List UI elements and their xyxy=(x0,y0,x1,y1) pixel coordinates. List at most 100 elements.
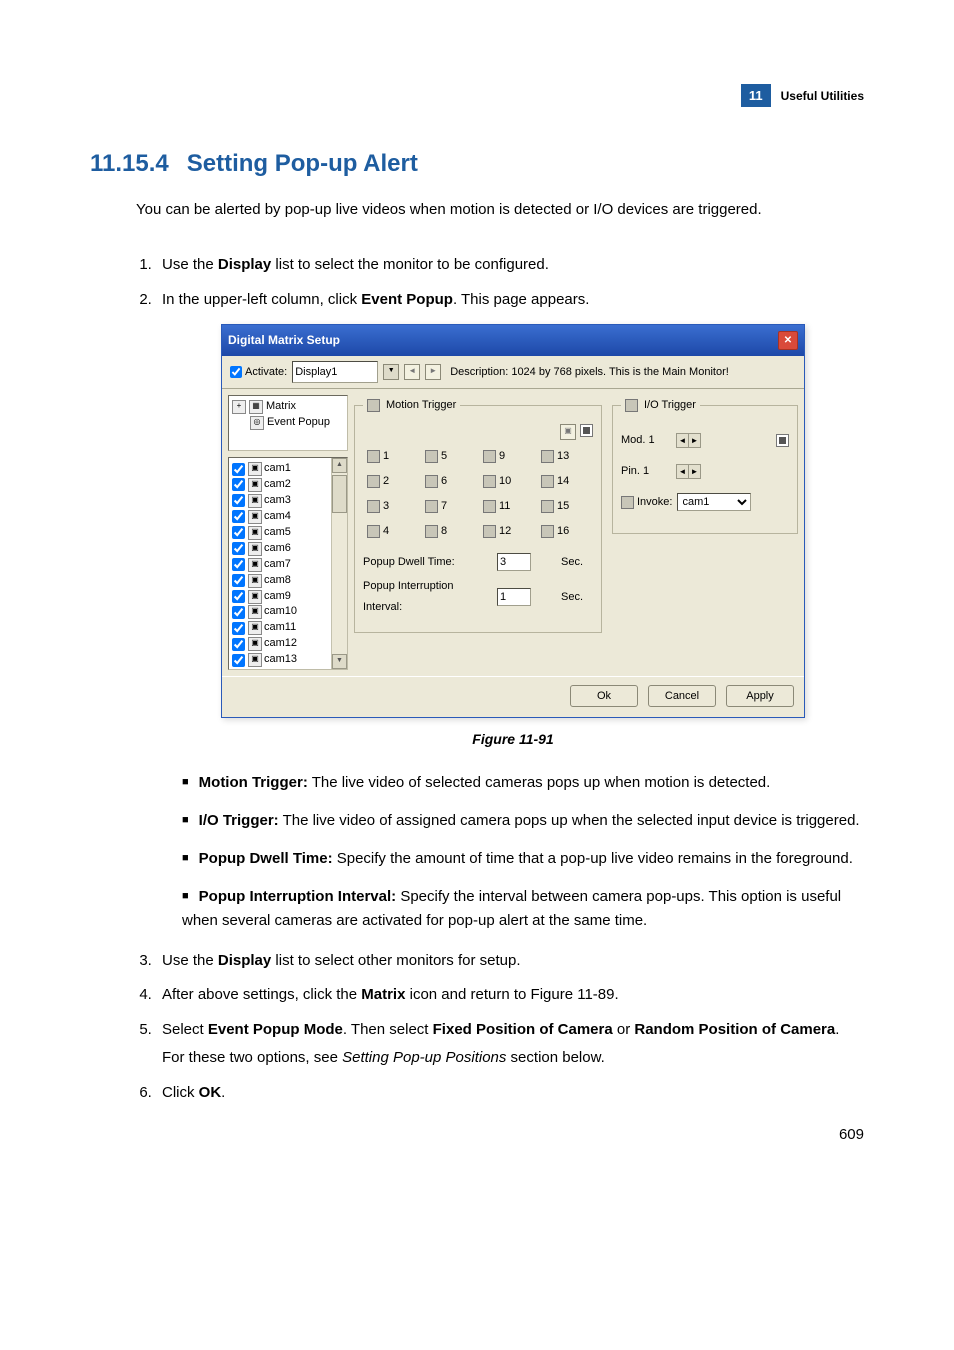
interruption-input[interactable] xyxy=(497,588,531,606)
bullet-motion-trigger: Motion Trigger: The live video of select… xyxy=(176,771,864,795)
dialog-toolbar: Activate: ▼ ◄ ► Description: 1024 by 768… xyxy=(222,356,804,389)
motion-trigger-legend: Motion Trigger xyxy=(363,395,460,416)
camera-checkbox[interactable] xyxy=(232,526,245,539)
camera-list-item[interactable]: ▣cam10 xyxy=(232,604,344,620)
prev-display-icon[interactable]: ◄ xyxy=(404,364,420,380)
dialog-titlebar: Digital Matrix Setup ✕ xyxy=(222,325,804,356)
section-title: Setting Pop-up Alert xyxy=(187,150,418,177)
motion-camera-checkbox[interactable]: 7 xyxy=(425,496,477,517)
expand-icon[interactable]: + xyxy=(232,400,246,414)
motion-camera-checkbox[interactable]: 2 xyxy=(367,471,419,492)
chapter-number: 11 xyxy=(741,84,771,107)
camera-checkbox[interactable] xyxy=(232,638,245,651)
camera-label: cam8 xyxy=(264,573,291,589)
camera-list-item[interactable]: ▣cam14 xyxy=(232,668,344,670)
scroll-down-icon[interactable]: ▼ xyxy=(332,654,347,669)
camera-checkbox[interactable] xyxy=(232,510,245,523)
camera-checkbox[interactable] xyxy=(232,478,245,491)
camera-checkbox[interactable] xyxy=(232,542,245,555)
dropdown-arrow-icon[interactable]: ▼ xyxy=(383,364,399,380)
camera-list-item[interactable]: ▣cam2 xyxy=(232,477,344,493)
camera-checkbox[interactable] xyxy=(232,558,245,571)
apply-button[interactable]: Apply xyxy=(726,685,794,707)
step-1: Use the Display list to select the monit… xyxy=(156,251,864,280)
camera-icon: ▣ xyxy=(248,526,262,540)
motion-trigger-checkbox[interactable] xyxy=(367,399,380,412)
motion-camera-checkbox[interactable]: 12 xyxy=(483,521,535,542)
camera-list-item[interactable]: ▣cam12 xyxy=(232,636,344,652)
camera-label: cam2 xyxy=(264,477,291,493)
camera-checkbox[interactable] xyxy=(232,590,245,603)
next-display-icon[interactable]: ► xyxy=(425,364,441,380)
motion-camera-checkbox[interactable]: 14 xyxy=(541,471,593,492)
motion-camera-checkbox[interactable]: 3 xyxy=(367,496,419,517)
chapter-header: 11 Useful Utilities xyxy=(741,84,864,107)
motion-camera-checkbox[interactable]: 6 xyxy=(425,471,477,492)
figure-caption: Figure 11-91 xyxy=(162,726,864,753)
camera-list-item[interactable]: ▣cam7 xyxy=(232,557,344,573)
camera-checkbox[interactable] xyxy=(232,606,245,619)
page-number: 609 xyxy=(839,1126,864,1143)
motion-camera-checkbox[interactable]: 16 xyxy=(541,521,593,542)
motion-camera-checkbox[interactable]: 4 xyxy=(367,521,419,542)
activate-checkbox[interactable]: Activate: xyxy=(230,362,287,383)
motion-camera-checkbox[interactable]: 1 xyxy=(367,446,419,467)
io-trigger-checkbox[interactable] xyxy=(625,399,638,412)
camera-label: cam3 xyxy=(264,493,291,509)
scroll-thumb[interactable] xyxy=(332,475,347,513)
camera-icon: ▣ xyxy=(248,462,262,476)
invoke-checkbox[interactable]: Invoke: xyxy=(621,492,672,513)
pin-label: Pin. 1 xyxy=(621,461,671,482)
scrollbar[interactable]: ▲ ▼ xyxy=(331,458,347,669)
camera-checkbox[interactable] xyxy=(232,463,245,476)
camera-list-item[interactable]: ▣cam13 xyxy=(232,652,344,668)
camera-checkbox[interactable] xyxy=(232,654,245,667)
pin-spinner[interactable]: ◄► xyxy=(676,464,701,479)
camera-list-item[interactable]: ▣cam9 xyxy=(232,589,344,605)
camera-list-item[interactable]: ▣cam4 xyxy=(232,509,344,525)
camera-list-item[interactable]: ▣cam8 xyxy=(232,573,344,589)
intro-text: You can be alerted by pop-up live videos… xyxy=(136,198,864,221)
mod-spinner[interactable]: ◄► xyxy=(676,433,701,448)
invoke-select[interactable]: cam1 xyxy=(677,493,751,511)
camera-icon: ▣ xyxy=(248,621,262,635)
motion-camera-checkbox[interactable]: 13 xyxy=(541,446,593,467)
interruption-unit: Sec. xyxy=(561,587,591,608)
camera-label: cam5 xyxy=(264,525,291,541)
mod-clear-icon[interactable] xyxy=(776,434,789,447)
camera-list-item[interactable]: ▣cam3 xyxy=(232,493,344,509)
camera-icon: ▣ xyxy=(248,653,262,667)
camera-list-item[interactable]: ▣cam5 xyxy=(232,525,344,541)
ok-button[interactable]: Ok xyxy=(570,685,638,707)
camera-list-item[interactable]: ▣cam1 xyxy=(232,461,344,477)
dialog-buttons: Ok Cancel Apply xyxy=(222,676,804,717)
motion-camera-checkbox[interactable]: 5 xyxy=(425,446,477,467)
camera-label: cam12 xyxy=(264,636,297,652)
motion-camera-checkbox[interactable]: 8 xyxy=(425,521,477,542)
camera-list-item[interactable]: ▣cam11 xyxy=(232,620,344,636)
motion-camera-checkbox[interactable]: 11 xyxy=(483,496,535,517)
dwell-time-input[interactable] xyxy=(497,553,531,571)
camera-list-item[interactable]: ▣cam6 xyxy=(232,541,344,557)
cancel-button[interactable]: Cancel xyxy=(648,685,716,707)
interruption-label: Popup Interruption Interval: xyxy=(363,576,493,618)
motion-camera-checkbox[interactable]: 9 xyxy=(483,446,535,467)
motion-camera-checkbox[interactable]: 15 xyxy=(541,496,593,517)
motion-camera-checkbox[interactable]: 10 xyxy=(483,471,535,492)
clear-all-icon[interactable] xyxy=(580,424,593,437)
step-5: Select Event Popup Mode. Then select Fix… xyxy=(156,1016,864,1073)
scroll-up-icon[interactable]: ▲ xyxy=(332,458,347,473)
camera-list[interactable]: ▣cam1▣cam2▣cam3▣cam4▣cam5▣cam6▣cam7▣cam8… xyxy=(228,457,348,670)
camera-checkbox[interactable] xyxy=(232,494,245,507)
camera-checkbox[interactable] xyxy=(232,574,245,587)
nav-tree[interactable]: +▦Matrix ◎Event Popup xyxy=(228,395,348,451)
close-button[interactable]: ✕ xyxy=(778,331,798,350)
activate-select[interactable] xyxy=(292,361,378,383)
camera-icon: ▣ xyxy=(248,558,262,572)
dwell-unit: Sec. xyxy=(561,552,591,573)
select-all-icon[interactable]: ▣ xyxy=(560,424,576,440)
camera-icon: ▣ xyxy=(248,590,262,604)
camera-checkbox[interactable] xyxy=(232,622,245,635)
camera-icon: ▣ xyxy=(248,510,262,524)
camera-icon: ▣ xyxy=(248,669,262,670)
